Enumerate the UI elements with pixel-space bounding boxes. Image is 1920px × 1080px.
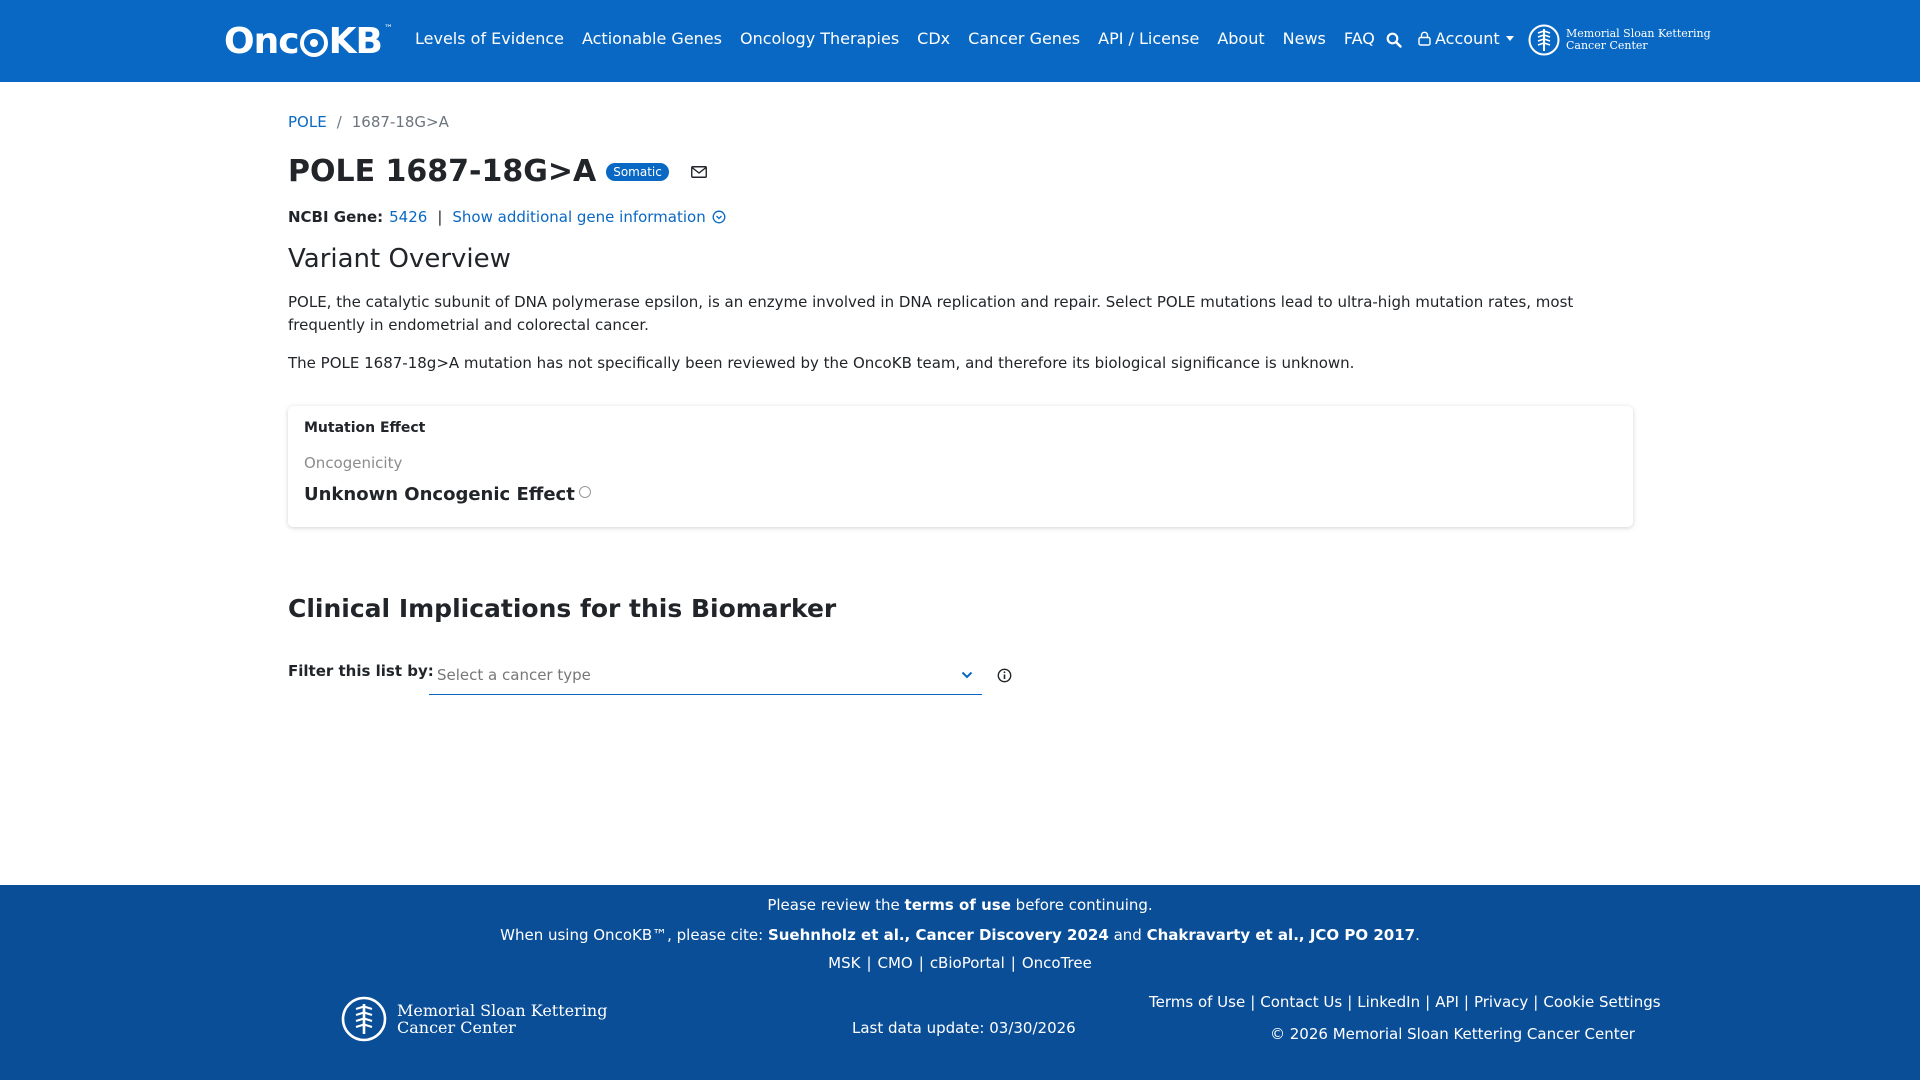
page-title: POLE 1687-18G>A [288, 154, 597, 189]
footer-msk-wordmark: Memorial Sloan Kettering Cancer Center [397, 1002, 607, 1036]
footer-msk-line-2: Cancer Center [397, 1018, 516, 1037]
logo-o-icon [299, 29, 328, 57]
footer-link-privacy[interactable]: Privacy [1474, 993, 1528, 1011]
gene-summary: POLE, the catalytic subunit of DNA polym… [288, 293, 1574, 334]
footer-link-cookie-settings[interactable]: Cookie Settings [1543, 993, 1660, 1011]
copyright: © 2026 Memorial Sloan Kettering Cancer C… [1270, 1025, 1635, 1043]
footer-msk-line-1: Memorial Sloan Kettering [397, 1001, 608, 1020]
last-data-update: Last data update: 03/30/2026 [852, 1019, 1076, 1037]
partner-link-cbioportal[interactable]: cBioPortal [930, 954, 1005, 972]
info-icon[interactable] [997, 668, 1012, 683]
nav-about[interactable]: About [1217, 29, 1264, 48]
review-post-text: before continuing. [1015, 896, 1153, 914]
cite-link-2[interactable]: Chakravarty et al., JCO PO 2017 [1147, 926, 1416, 944]
account-label: Account [1435, 29, 1500, 48]
nav-faq[interactable]: FAQ [1344, 29, 1375, 48]
partner-separator: | [1010, 954, 1016, 972]
show-gene-info-link[interactable]: Show additional gene information [452, 208, 705, 226]
nav-cdx[interactable]: CDx [917, 29, 950, 48]
footer-link-separator: | [1463, 993, 1469, 1011]
logo-text-kb: KB [328, 20, 383, 62]
gene-info-separator: | [437, 208, 443, 226]
footer-link-terms[interactable]: Terms of Use [1149, 993, 1245, 1011]
logo-tm: ™ [383, 24, 393, 34]
ncbi-gene-label: NCBI Gene: [288, 208, 384, 226]
footer-terms-notice: Please review the terms of use before co… [0, 896, 1920, 914]
mutation-effect-title: Mutation Effect [304, 420, 426, 436]
partner-link-cmo[interactable]: CMO [878, 954, 913, 972]
footer-link-separator: | [1250, 993, 1256, 1011]
cite-and-text: and [1113, 926, 1142, 944]
footer-link-separator: | [1347, 993, 1353, 1011]
variant-overview-heading: Variant Overview [288, 244, 511, 274]
filter-label: Filter this list by: [288, 662, 434, 680]
msk-emblem-icon [341, 996, 387, 1042]
msk-emblem-icon [1528, 24, 1560, 56]
footer-link-linkedin[interactable]: LinkedIn [1357, 993, 1420, 1011]
logo-text-onc: Onc [224, 20, 300, 62]
chevron-down-icon[interactable] [960, 668, 974, 682]
partner-link-msk[interactable]: MSK [828, 954, 860, 972]
breadcrumb-separator: / [336, 113, 342, 131]
footer-msk-logo[interactable]: Memorial Sloan Kettering Cancer Center [341, 994, 607, 1044]
footer-link-contact[interactable]: Contact Us [1260, 993, 1342, 1011]
msk-header-logo[interactable]: Memorial Sloan Kettering Cancer Center [1528, 22, 1711, 58]
account-menu[interactable]: Account [1418, 29, 1514, 48]
review-pre-text: Please review the [767, 896, 900, 914]
nav-oncology-therapies[interactable]: Oncology Therapies [740, 29, 899, 48]
nav-news[interactable]: News [1283, 29, 1326, 48]
cancer-type-select[interactable]: Select a cancer type [429, 656, 982, 695]
nav-actionable-genes[interactable]: Actionable Genes [582, 29, 722, 48]
ncbi-gene-link[interactable]: 5426 [389, 208, 427, 226]
clinical-implications-heading: Clinical Implications for this Biomarker [288, 594, 837, 623]
oncogenicity-value-row: Unknown Oncogenic Effect [304, 484, 591, 505]
oncogenicity-value: Unknown Oncogenic Effect [304, 484, 575, 505]
cite-link-1[interactable]: Suehnholz et al., Cancer Discovery 2024 [768, 926, 1109, 944]
footer-link-api[interactable]: API [1435, 993, 1459, 1011]
breadcrumb: POLE / 1687-18G>A [288, 113, 449, 131]
cancer-type-placeholder: Select a cancer type [437, 666, 591, 684]
footer-partner-links: MSK | CMO | cBioPortal | OncoTree [0, 954, 1920, 972]
search-icon[interactable] [1386, 32, 1402, 48]
lock-icon [1418, 31, 1431, 46]
chevron-circle-down-icon[interactable] [712, 210, 726, 224]
cite-end-text: . [1415, 926, 1420, 944]
top-navbar: Onc KB ™ Levels of Evidence Actionable Gen… [0, 0, 1920, 82]
nav-api-license[interactable]: API / License [1098, 29, 1199, 48]
partner-separator: | [866, 954, 872, 972]
caret-down-icon [1505, 36, 1514, 41]
partner-separator: | [918, 954, 924, 972]
msk-header-wordmark: Memorial Sloan Kettering Cancer Center [1566, 28, 1711, 52]
nav-levels-of-evidence[interactable]: Levels of Evidence [415, 29, 564, 48]
oncokb-logo[interactable]: Onc KB ™ [224, 20, 393, 62]
footer-link-separator: | [1425, 993, 1431, 1011]
footer-link-separator: | [1533, 993, 1539, 1011]
page-title-row: POLE 1687-18G>A Somatic [288, 154, 707, 189]
unknown-oncogenic-circle-icon [578, 486, 591, 498]
nav-cancer-genes[interactable]: Cancer Genes [968, 29, 1080, 48]
terms-of-use-link[interactable]: terms of use [905, 896, 1011, 914]
variant-summary: The POLE 1687-18g>A mutation has not spe… [288, 354, 1355, 372]
oncogenicity-label: Oncogenicity [304, 454, 403, 472]
mail-icon[interactable] [690, 165, 707, 178]
breadcrumb-gene-link[interactable]: POLE [288, 113, 327, 131]
somatic-badge: Somatic [606, 162, 669, 181]
gene-info-row: NCBI Gene: 5426 | Show additional gene i… [288, 208, 726, 226]
msk-line-2: Cancer Center [1566, 39, 1648, 52]
partner-link-oncotree[interactable]: OncoTree [1022, 954, 1092, 972]
mutation-effect-card: Mutation Effect Oncogenicity Unknown Onc… [288, 406, 1633, 527]
main-nav: Levels of Evidence Actionable Genes Onco… [415, 29, 1393, 48]
footer: Please review the terms of use before co… [0, 885, 1920, 1080]
footer-links: Terms of Use | Contact Us | LinkedIn | API | Pri… [1149, 993, 1661, 1011]
footer-citation: When using OncoKB™, please cite: Suehnho… [0, 926, 1920, 944]
breadcrumb-current: 1687-18G>A [351, 113, 449, 131]
cite-pre-text: When using OncoKB™, please cite: [500, 926, 764, 944]
